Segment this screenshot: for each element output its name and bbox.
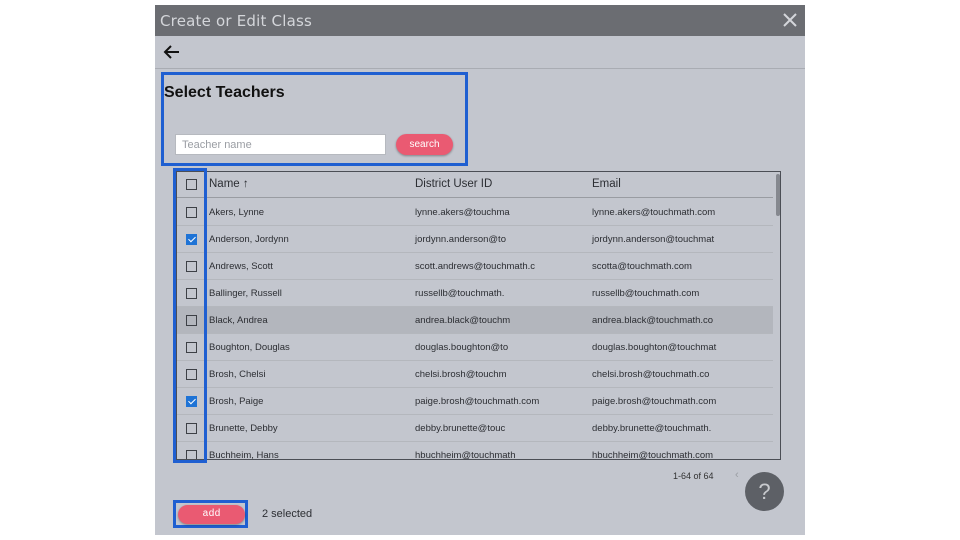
email-cell: lynne.akers@touchmath.com [592, 207, 716, 218]
teacher-name-cell: Boughton, Douglas [209, 342, 290, 353]
table-header: Name ↑ District User ID Email [177, 172, 773, 198]
teacher-name-cell: Akers, Lynne [209, 207, 265, 218]
selected-count: 2 selected [262, 508, 313, 520]
district-id-cell: russellb@touchmath. [415, 288, 505, 299]
row-checkbox[interactable] [186, 288, 197, 299]
teacher-name-cell: Anderson, Jordynn [209, 234, 289, 245]
help-button[interactable]: ? [745, 472, 784, 511]
close-icon[interactable] [779, 9, 801, 31]
table-row[interactable]: Boughton, Douglas douglas.boughton@to doug… [177, 334, 773, 361]
email-cell: debby.brunette@touchmath. [592, 423, 712, 434]
row-checkbox[interactable] [186, 423, 197, 434]
email-cell: andrea.black@touchmath.co [592, 315, 714, 326]
row-checkbox[interactable] [186, 207, 197, 218]
column-header-name[interactable]: Name ↑ [209, 178, 249, 190]
sort-ascending-icon: ↑ [242, 178, 249, 190]
teacher-name-cell: Ballinger, Russell [209, 288, 282, 299]
navigation-bar [155, 36, 805, 69]
district-id-cell: jordynn.anderson@to [415, 234, 506, 245]
row-checkbox[interactable] [186, 261, 197, 272]
table-row[interactable]: Akers, Lynne lynne.akers@touchma lynne.ake… [177, 199, 773, 226]
row-checkbox[interactable] [186, 450, 197, 459]
search-button[interactable]: search [396, 134, 453, 155]
dialog-titlebar: Create or Edit Class [155, 5, 805, 36]
teacher-name-cell: Brosh, Paige [209, 396, 264, 407]
table-row[interactable]: Buchheim, Hans hbuchheim@touchmath hbuchhe… [177, 442, 773, 460]
teacher-name-cell: Brosh, Chelsi [209, 369, 266, 380]
teacher-name-cell: Andrews, Scott [209, 261, 273, 272]
row-checkbox[interactable] [186, 396, 197, 407]
arrow-left-icon[interactable] [162, 42, 182, 62]
row-checkbox[interactable] [186, 315, 197, 326]
table-row[interactable]: Brosh, Chelsi chelsi.brosh@touchm chelsi.b… [177, 361, 773, 388]
district-id-cell: hbuchheim@touchmath [415, 450, 516, 460]
email-cell: hbuchheim@touchmath.com [592, 450, 714, 460]
teachers-table: Name ↑ District User ID Email Akers, Lyn… [176, 171, 781, 460]
email-cell: scotta@touchmath.com [592, 261, 692, 272]
email-cell: paige.brosh@touchmath.com [592, 396, 717, 407]
email-cell: jordynn.anderson@touchmat [592, 234, 715, 245]
column-header-district-id[interactable]: District User ID [415, 178, 492, 190]
chevron-left-icon[interactable]: ‹ [735, 469, 739, 481]
column-header-email[interactable]: Email [592, 178, 621, 190]
teacher-name-cell: Black, Andrea [209, 315, 268, 326]
district-id-cell: chelsi.brosh@touchm [415, 369, 507, 380]
district-id-cell: andrea.black@touchm [415, 315, 511, 326]
district-id-cell: douglas.boughton@to [415, 342, 509, 353]
row-checkbox[interactable] [186, 342, 197, 353]
email-cell: russellb@touchmath.com [592, 288, 700, 299]
dialog-title: Create or Edit Class [160, 12, 313, 30]
select-all-checkbox[interactable] [186, 179, 197, 190]
pagination-range: 1-64 of 64 [673, 471, 714, 481]
table-row[interactable]: Brunette, Debby debby.brunette@touc debby.… [177, 415, 773, 442]
teacher-name-cell: Buchheim, Hans [209, 450, 279, 460]
add-button[interactable]: add [178, 505, 245, 524]
column-name-label: Name [209, 178, 240, 190]
row-checkbox[interactable] [186, 234, 197, 245]
table-row[interactable]: Andrews, Scott scott.andrews@touchmath.c s… [177, 253, 773, 280]
teacher-name-input[interactable] [175, 134, 386, 155]
table-scrollbar[interactable] [775, 172, 780, 459]
email-cell: douglas.boughton@touchmat [592, 342, 717, 353]
section-heading: Select Teachers [164, 84, 285, 101]
district-id-cell: paige.brosh@touchmath.com [415, 396, 540, 407]
teacher-name-cell: Brunette, Debby [209, 423, 278, 434]
district-id-cell: debby.brunette@touc [415, 423, 506, 434]
table-row[interactable]: Brosh, Paige paige.brosh@touchmath.com pai… [177, 388, 773, 415]
create-edit-class-dialog: Create or Edit Class Select Teachers sea… [155, 5, 805, 535]
table-row[interactable]: Black, Andrea andrea.black@touchm andrea.b… [177, 307, 773, 334]
table-row[interactable]: Ballinger, Russell russellb@touchmath. rus… [177, 280, 773, 307]
row-checkbox[interactable] [186, 369, 197, 380]
district-id-cell: scott.andrews@touchmath.c [415, 261, 536, 272]
email-cell: chelsi.brosh@touchmath.co [592, 369, 710, 380]
scrollbar-thumb[interactable] [776, 174, 780, 216]
district-id-cell: lynne.akers@touchma [415, 207, 510, 218]
table-row[interactable]: Anderson, Jordynn jordynn.anderson@to jord… [177, 226, 773, 253]
